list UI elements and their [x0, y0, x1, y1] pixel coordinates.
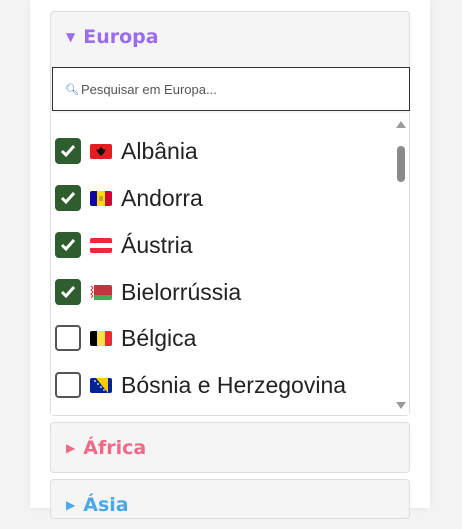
section-asia-title: Ásia	[83, 493, 129, 516]
list-item[interactable]: Bósnia e Herzegovina	[55, 365, 385, 405]
section-asia: ▶ Ásia	[50, 479, 410, 519]
list-scrollbar[interactable]	[393, 113, 409, 415]
triangle-right-icon: ▶	[66, 440, 76, 455]
search-box[interactable]: 🔍︎	[52, 67, 410, 111]
scroll-up-arrow-icon[interactable]	[396, 121, 406, 128]
checkbox[interactable]	[55, 372, 81, 398]
section-europa-title: Europa	[83, 25, 159, 48]
checkbox[interactable]	[55, 279, 81, 305]
item-label: Bélgica	[121, 324, 197, 351]
checkmark-icon	[60, 192, 76, 205]
belgium-flag-icon	[90, 330, 112, 346]
country-list: Albânia Andorra Áustria Bielorrússia Bél…	[51, 113, 409, 415]
checkbox[interactable]	[55, 185, 81, 211]
andorra-flag-icon	[90, 190, 112, 206]
scroll-down-arrow-icon[interactable]	[396, 402, 406, 409]
checkmark-icon	[60, 239, 76, 252]
list-item[interactable]: Andorra	[55, 178, 385, 218]
list-item[interactable]: Bélgica	[55, 318, 385, 358]
magnifier-icon: 🔍︎	[65, 82, 79, 96]
search-input[interactable]	[80, 81, 381, 97]
checkbox[interactable]	[55, 232, 81, 258]
section-africa-title: África	[83, 436, 147, 459]
checkbox[interactable]	[55, 138, 81, 164]
checkbox[interactable]	[55, 325, 81, 351]
bosnia-flag-icon	[90, 377, 112, 393]
list-item[interactable]: Áustria	[55, 225, 385, 265]
scrollbar-thumb[interactable]	[397, 146, 405, 182]
section-africa-header[interactable]: ▶ África	[51, 423, 409, 472]
austria-flag-icon	[90, 237, 112, 253]
section-africa: ▶ África	[50, 422, 410, 473]
triangle-right-icon: ▶	[66, 497, 76, 512]
albania-flag-icon	[90, 143, 112, 159]
continent-filter-card: ▼ Europa 🔍︎ Albânia	[30, 0, 430, 519]
triangle-down-icon: ▼	[66, 29, 76, 44]
section-asia-header[interactable]: ▶ Ásia	[51, 480, 409, 529]
list-item[interactable]: Bielorrússia	[55, 272, 385, 312]
section-europa-header[interactable]: ▼ Europa	[51, 12, 409, 61]
checkmark-icon	[60, 286, 76, 299]
item-label: Bósnia e Herzegovina	[121, 371, 347, 398]
item-label: Áustria	[121, 231, 193, 258]
item-label: Albânia	[121, 137, 198, 164]
item-label: Andorra	[121, 184, 203, 211]
checkmark-icon	[60, 145, 76, 158]
belarus-flag-icon	[90, 284, 112, 300]
list-item[interactable]: Albânia	[55, 131, 385, 171]
item-label: Bielorrússia	[121, 278, 242, 305]
section-europa: ▼ Europa 🔍︎ Albânia	[50, 11, 410, 416]
